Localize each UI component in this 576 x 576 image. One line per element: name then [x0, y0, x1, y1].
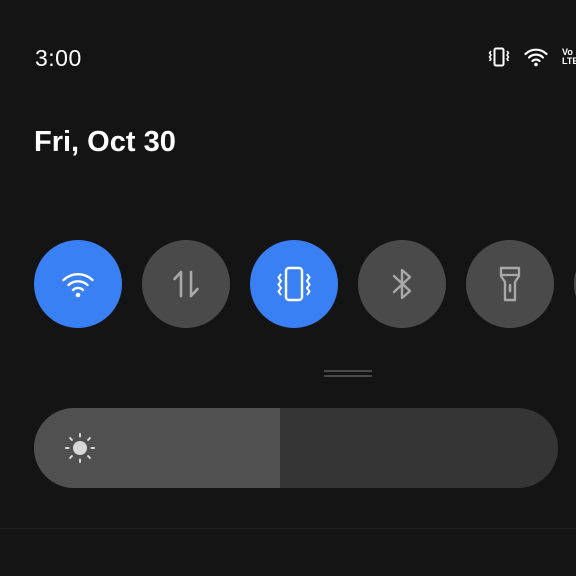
tile-mobile-data[interactable]: [142, 240, 230, 328]
status-clock: 3:00: [35, 45, 82, 71]
vibrate-icon: [488, 46, 510, 68]
brightness-slider[interactable]: [34, 408, 558, 488]
tile-wifi[interactable]: [34, 240, 122, 328]
wifi-icon: [524, 47, 548, 67]
status-icons: Vo LTE: [488, 46, 576, 68]
drag-handle[interactable]: [324, 370, 372, 378]
divider: [0, 528, 576, 529]
volte-icon: Vo LTE: [562, 48, 576, 66]
status-bar: 3:00 Vo LTE: [0, 0, 576, 120]
tile-flashlight[interactable]: [466, 240, 554, 328]
quick-settings-tiles: [34, 240, 576, 328]
sun-icon: [64, 432, 96, 469]
bluetooth-icon: [387, 266, 417, 302]
wifi-icon: [61, 269, 95, 299]
date-header[interactable]: Fri, Oct 30: [34, 126, 176, 159]
notification-shade: 3:00 Vo LTE Fri, Oct 30: [0, 0, 576, 576]
vibrate-icon: [276, 265, 312, 303]
flashlight-icon: [496, 265, 524, 303]
tile-vibrate[interactable]: [250, 240, 338, 328]
tile-bluetooth[interactable]: [358, 240, 446, 328]
data-arrows-icon: [169, 267, 203, 301]
volte-label-bottom: LTE: [562, 56, 576, 66]
